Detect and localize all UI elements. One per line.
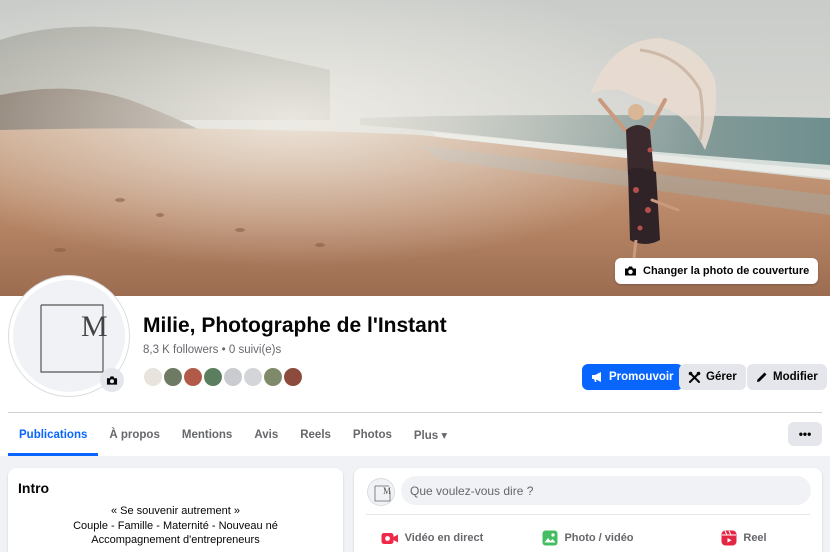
intro-line: Couple - Famille - Maternité - Nouveau n… (73, 519, 278, 532)
follower-avatar[interactable] (242, 366, 264, 388)
intro-card: Intro « Se souvenir autrement » Couple -… (8, 468, 343, 552)
intro-line: Accompagnement d'entrepreneurs (91, 534, 260, 546)
logo-icon: M (374, 485, 391, 502)
tools-icon (688, 371, 701, 383)
composer-actions: Vidéo en direct Photo / vidéo Reel (354, 522, 822, 552)
photo-video-label: Photo / vidéo (564, 532, 634, 544)
follower-avatar[interactable] (142, 366, 164, 388)
photo-icon (542, 530, 558, 546)
photo-video-button[interactable]: Photo / vidéo (510, 522, 666, 552)
followers-count[interactable]: 8,3 K followers • 0 suivi(e)s (143, 344, 281, 356)
manage-label: Gérer (706, 371, 737, 383)
composer-avatar[interactable]: M (367, 478, 395, 506)
cover-photo[interactable]: Changer la photo de couverture (0, 0, 830, 296)
post-composer: M Que voulez-vous dire ? Vidéo en direct… (354, 468, 822, 552)
following-text[interactable]: 0 suivi(e)s (229, 344, 281, 356)
followers-text[interactable]: 8,3 K followers (143, 344, 218, 356)
edit-button[interactable]: Modifier (747, 364, 827, 390)
profile-tabs: Publications À propos Mentions Avis Reel… (8, 414, 458, 456)
tab-about[interactable]: À propos (98, 414, 170, 456)
tab-reels[interactable]: Reels (289, 414, 342, 456)
live-video-button[interactable]: Vidéo en direct (354, 522, 510, 552)
tab-reviews[interactable]: Avis (243, 414, 289, 456)
camera-icon (625, 266, 636, 276)
camera-icon (106, 375, 118, 385)
follower-avatar[interactable] (262, 366, 284, 388)
change-cover-button[interactable]: Changer la photo de couverture (615, 258, 819, 284)
page-title: Milie, Photographe de l'Instant (143, 314, 447, 337)
pencil-icon (757, 372, 767, 382)
change-cover-label: Changer la photo de couverture (643, 265, 810, 277)
reel-icon (721, 530, 737, 546)
cover-image (0, 0, 830, 296)
composer-logo-letter: M (383, 486, 391, 496)
intro-bio: « Se souvenir autrement » Couple - Famil… (8, 504, 343, 548)
intro-line: « Se souvenir autrement » (110, 505, 241, 517)
tab-publications[interactable]: Publications (8, 414, 99, 456)
promote-button[interactable]: Promouvoir (582, 364, 683, 390)
megaphone-icon (592, 372, 601, 382)
edit-label: Modifier (773, 371, 818, 383)
follower-avatar[interactable] (162, 366, 184, 388)
reel-button[interactable]: Reel (666, 522, 822, 552)
intro-title: Intro (18, 480, 50, 496)
live-video-label: Vidéo en direct (404, 532, 484, 544)
logo-letter: M (81, 310, 108, 343)
tab-more[interactable]: Plus ▾ (403, 414, 458, 456)
manage-button[interactable]: Gérer (679, 364, 746, 390)
tab-photos[interactable]: Photos (342, 414, 403, 456)
follower-avatar[interactable] (282, 366, 304, 388)
avatar-camera-button[interactable] (100, 368, 124, 392)
follower-avatars[interactable] (142, 366, 304, 390)
header-divider (8, 412, 822, 413)
follower-avatar[interactable] (182, 366, 204, 388)
live-video-icon (381, 532, 398, 544)
post-input[interactable]: Que voulez-vous dire ? (401, 476, 811, 505)
follower-avatar[interactable] (202, 366, 224, 388)
composer-divider (366, 514, 810, 515)
promote-label: Promouvoir (609, 371, 674, 383)
followers-separator: • (218, 344, 229, 356)
follower-avatar[interactable] (222, 366, 244, 388)
more-options-button[interactable]: ••• (788, 422, 822, 446)
reel-label: Reel (743, 532, 767, 544)
tab-mentions[interactable]: Mentions (171, 414, 243, 456)
